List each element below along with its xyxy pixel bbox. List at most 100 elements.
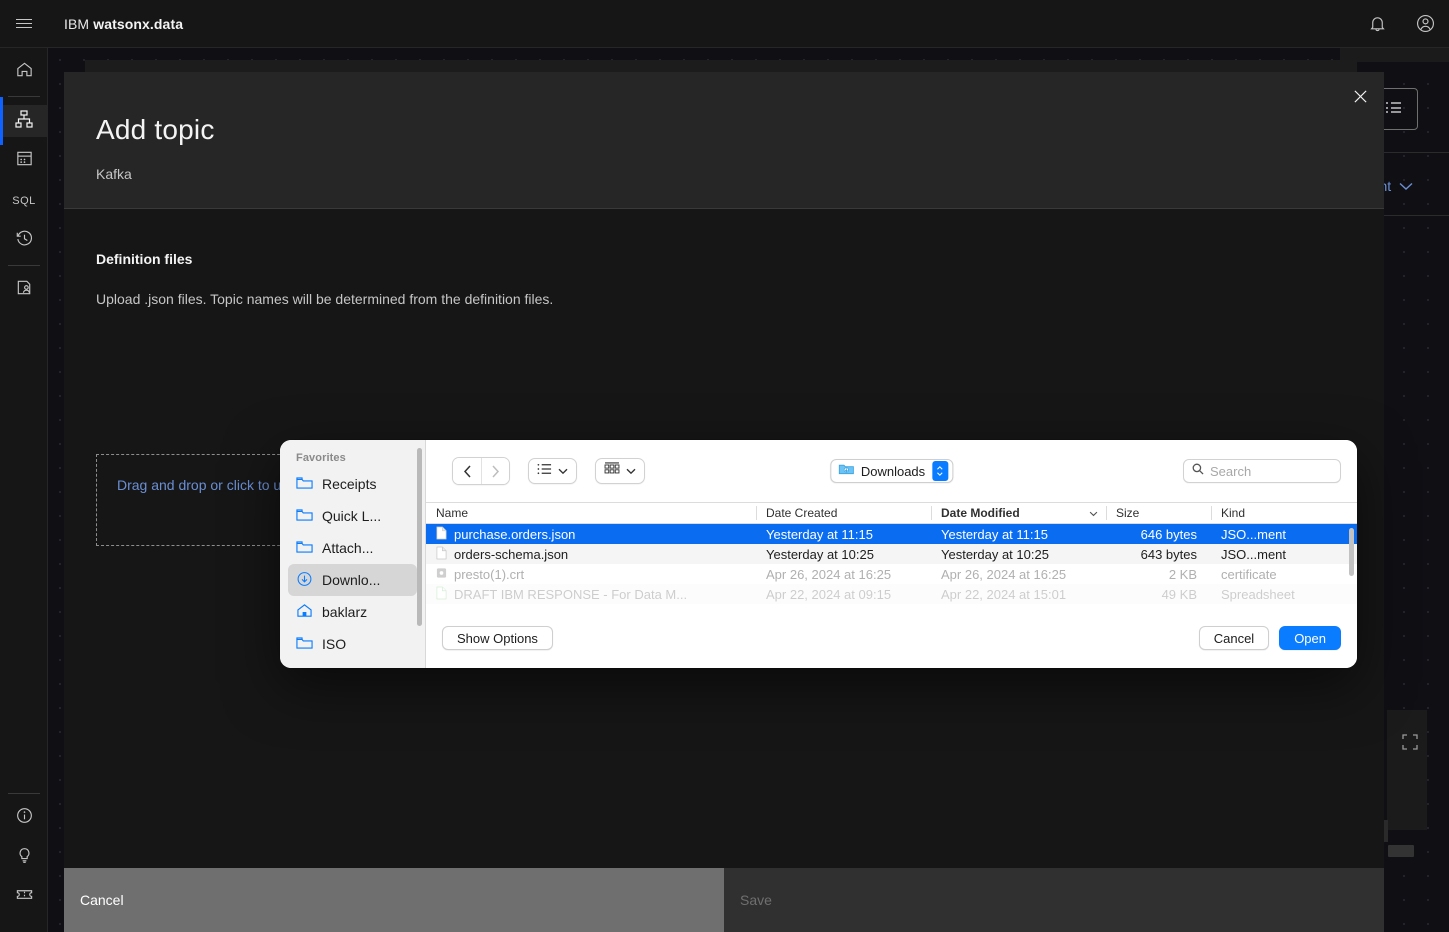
sidebar-item-home-folder[interactable]: baklarz	[288, 596, 417, 628]
list-view-icon	[537, 462, 552, 480]
file-date-modified: Yesterday at 11:15	[941, 526, 1048, 542]
chevron-left-icon[interactable]	[453, 458, 481, 484]
file-name-cell: presto(1).crt	[426, 567, 756, 582]
sidebar-item-about[interactable]	[0, 802, 48, 834]
file-name: presto(1).crt	[454, 566, 525, 582]
app-brand[interactable]: IBM watsonx.data	[64, 16, 183, 32]
file-open-button[interactable]: Open	[1279, 626, 1341, 650]
rail-divider	[7, 96, 40, 97]
chevron-down-icon	[626, 462, 636, 480]
file-size: 643 bytes	[1140, 546, 1197, 562]
sidebar-item-receipts[interactable]: Receipts	[288, 468, 417, 500]
brand-name: watsonx.data	[93, 15, 184, 32]
history-icon	[15, 229, 34, 253]
file-name: DRAFT IBM RESPONSE - For Data M...	[454, 586, 688, 602]
bell-icon[interactable]	[1353, 0, 1401, 48]
left-nav-rail: SQL	[0, 48, 48, 932]
table-row[interactable]: DRAFT IBM RESPONSE - For Data M... Apr 2…	[426, 584, 1357, 604]
file-list-column-headers: Name Date Created Date Modified Size Kin…	[426, 502, 1357, 524]
header-actions	[1353, 0, 1449, 48]
save-button[interactable]: Save	[724, 868, 1384, 932]
search-input[interactable]: Search	[1183, 459, 1341, 483]
path-selector[interactable]: Downloads	[829, 459, 954, 483]
file-name: purchase.orders.json	[454, 526, 576, 542]
sidebar-item-home[interactable]	[0, 56, 48, 88]
view-mode-dropdown[interactable]	[528, 458, 577, 484]
column-header-name[interactable]: Name	[426, 502, 756, 524]
sidebar-item-label: baklarz	[322, 604, 368, 620]
file-date-modified: Apr 26, 2024 at 16:25	[941, 566, 1067, 582]
sidebar-scrollbar[interactable]	[417, 448, 422, 626]
rail-divider-3	[8, 793, 40, 794]
hamburger-icon[interactable]	[0, 0, 48, 48]
json-file-icon	[436, 526, 447, 543]
group-by-icon	[604, 462, 620, 480]
sidebar-item-support[interactable]	[0, 882, 48, 914]
file-cancel-button[interactable]: Cancel	[1198, 626, 1270, 650]
home-folder-icon	[296, 603, 313, 621]
table-row[interactable]: presto(1).crt Apr 26, 2024 at 16:25 Apr …	[426, 564, 1357, 584]
up-down-stepper-icon[interactable]	[932, 461, 949, 481]
info-icon	[15, 806, 34, 830]
sidebar-item-attachments[interactable]: Attach...	[288, 532, 417, 564]
modal-footer: Cancel Save	[64, 868, 1384, 932]
background-side-panel	[1387, 710, 1427, 830]
sidebar-item-iso[interactable]: ISO	[288, 628, 417, 660]
sidebar-item-downloads[interactable]: Downlo...	[288, 564, 417, 596]
column-header-date-modified[interactable]: Date Modified	[931, 502, 1106, 524]
definition-files-heading: Definition files	[96, 251, 193, 267]
chevron-right-icon[interactable]	[481, 458, 509, 484]
sidebar-item-data-manager[interactable]	[0, 145, 48, 177]
file-dialog-footer: Show Options Cancel Open	[426, 608, 1357, 668]
close-icon[interactable]	[1336, 72, 1384, 120]
file-name-cell: purchase.orders.json	[426, 526, 756, 543]
favorites-group-label: Favorites	[296, 452, 346, 464]
document-file-icon	[436, 586, 447, 603]
table-row[interactable]: orders-schema.json Yesterday at 10:25 Ye…	[426, 544, 1357, 564]
sidebar-item-label: Attach...	[322, 540, 374, 556]
file-size: 2 KB	[1168, 566, 1197, 582]
show-options-button[interactable]: Show Options	[442, 626, 553, 650]
file-date-created: Apr 26, 2024 at 16:25	[766, 566, 892, 582]
folder-icon	[296, 476, 313, 493]
column-header-date-modified-label: Date Modified	[941, 506, 1020, 520]
sidebar-item-query-history[interactable]	[0, 225, 48, 257]
file-kind: Spreadsheet	[1221, 586, 1295, 602]
file-name: orders-schema.json	[454, 546, 569, 562]
file-list-scrollbar[interactable]	[1349, 528, 1354, 576]
table-row[interactable]: purchase.orders.json Yesterday at 11:15 …	[426, 524, 1357, 544]
lightbulb-icon	[15, 846, 34, 870]
certificate-file-icon	[436, 567, 447, 582]
file-date-modified: Yesterday at 10:25	[941, 546, 1049, 562]
sidebar-item-tips[interactable]	[0, 842, 48, 874]
sidebar-item-label: Quick L...	[322, 508, 382, 524]
sidebar-item-infrastructure[interactable]	[0, 97, 48, 145]
modal-subtitle: Kafka	[96, 166, 132, 182]
group-by-dropdown[interactable]	[595, 458, 645, 484]
folder-icon	[296, 508, 313, 525]
file-kind: JSO...ment	[1221, 546, 1287, 562]
sidebar-item-access-control[interactable]	[0, 274, 48, 306]
column-header-kind[interactable]: Kind	[1211, 502, 1351, 524]
cancel-button[interactable]: Cancel	[64, 868, 724, 932]
expand-fullscreen-icon[interactable]	[1400, 732, 1420, 757]
chevron-down-icon	[1089, 502, 1098, 524]
background-chip	[1388, 845, 1414, 857]
file-kind: JSO...ment	[1221, 526, 1287, 542]
user-policy-icon	[15, 278, 34, 302]
sql-icon: SQL	[12, 195, 36, 207]
file-dialog-toolbar: Downloads Search	[426, 440, 1357, 502]
sidebar-item-quick-look[interactable]: Quick L...	[288, 500, 417, 532]
brand-prefix: IBM	[64, 15, 90, 32]
chevron-down-icon	[558, 462, 568, 480]
file-size: 646 bytes	[1140, 526, 1197, 542]
user-avatar-icon[interactable]	[1401, 0, 1449, 48]
search-icon	[1192, 462, 1204, 480]
file-size: 49 KB	[1161, 586, 1197, 602]
sidebar-item-query-workspace[interactable]: SQL	[0, 185, 48, 217]
infrastructure-icon	[14, 109, 34, 134]
column-header-date-created[interactable]: Date Created	[756, 502, 931, 524]
file-date-created: Apr 22, 2024 at 09:15	[766, 586, 892, 602]
column-header-size[interactable]: Size	[1106, 502, 1211, 524]
file-dialog-main: Downloads Search Name Date Created Date …	[426, 440, 1357, 668]
